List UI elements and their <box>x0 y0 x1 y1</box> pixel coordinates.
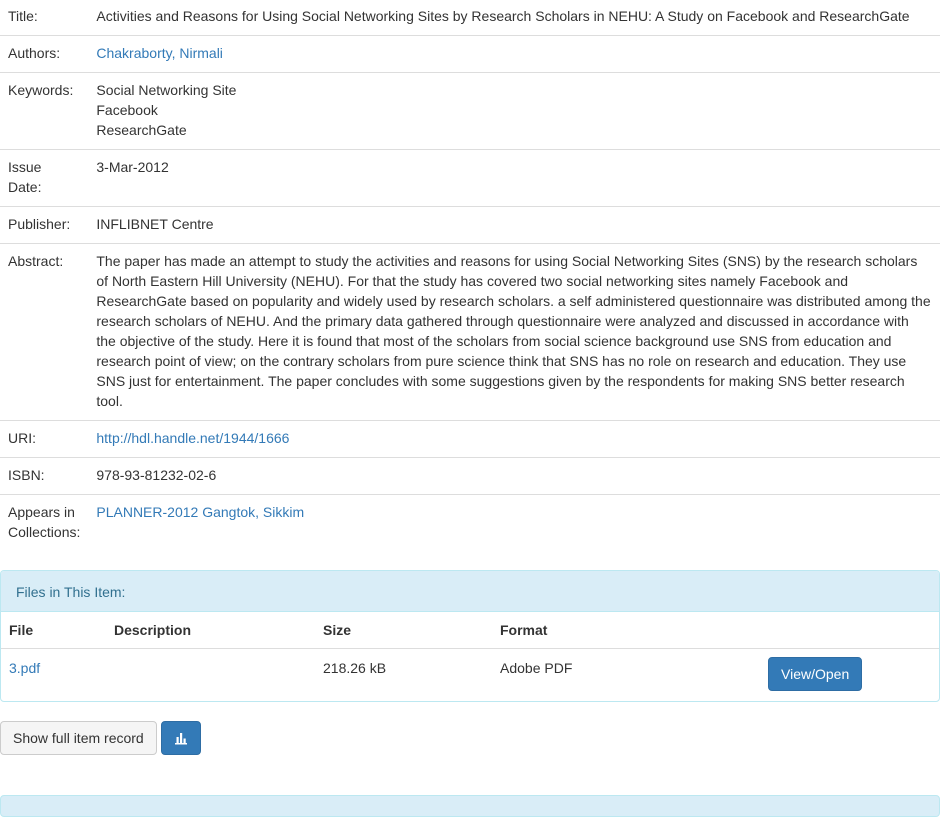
file-link[interactable]: 3.pdf <box>9 660 40 676</box>
abstract-value: The paper has made an attempt to study t… <box>88 243 940 421</box>
metadata-row-publisher: Publisher: INFLIBNET Centre <box>0 206 940 244</box>
item-metadata-table: Title: Activities and Reasons for Using … <box>0 0 940 551</box>
keyword: ResearchGate <box>96 122 187 138</box>
file-description <box>106 649 315 701</box>
view-open-button[interactable]: View/Open <box>768 657 863 691</box>
title-label: Title: <box>8 8 38 24</box>
item-actions: Show full item record <box>0 721 201 755</box>
statistics-button[interactable] <box>160 721 201 755</box>
files-panel-heading: Files in This Item: <box>1 571 939 612</box>
show-full-record-button[interactable]: Show full item record <box>0 721 157 755</box>
title-value: Activities and Reasons for Using Social … <box>96 8 910 24</box>
metadata-row-abstract: Abstract: The paper has made an attempt … <box>0 243 940 421</box>
issue-date-label: Issue Date: <box>0 149 89 207</box>
action-column-header <box>760 612 939 649</box>
keywords-label: Keywords: <box>0 72 89 150</box>
file-size: 218.26 kB <box>323 660 387 676</box>
authors-label: Authors: <box>0 35 89 73</box>
isbn-label: ISBN: <box>0 457 89 495</box>
file-format: Adobe PDF <box>500 660 573 676</box>
files-panel: Files in This Item: File Description Siz… <box>0 570 940 702</box>
file-column-header: File <box>1 612 106 649</box>
isbn-value: 978-93-81232-02-6 <box>88 457 940 495</box>
bar-chart-icon <box>174 733 187 745</box>
uri-label: URI: <box>0 420 89 458</box>
table-row: 3.pdf 218.26 kB Adobe PDF View/Open <box>1 649 939 701</box>
collection-link[interactable]: PLANNER-2012 Gangtok, Sikkim <box>96 504 304 520</box>
keyword: Facebook <box>96 102 158 118</box>
collections-label: Appears in Collections: <box>0 494 89 551</box>
publisher-value: INFLIBNET Centre <box>88 206 940 244</box>
format-column-header: Format <box>492 612 760 649</box>
files-table-header: File Description Size Format <box>1 612 939 649</box>
metadata-row-uri: URI: http://hdl.handle.net/1944/1666 <box>0 420 940 458</box>
issue-date-value: 3-Mar-2012 <box>88 149 940 207</box>
metadata-row-keywords: Keywords: Social Networking Site Faceboo… <box>0 72 940 150</box>
description-column-header: Description <box>106 612 315 649</box>
uri-link[interactable]: http://hdl.handle.net/1944/1666 <box>96 430 289 446</box>
metadata-row-issue-date: Issue Date: 3-Mar-2012 <box>0 149 940 207</box>
size-column-header: Size <box>315 612 492 649</box>
keyword: Social Networking Site <box>96 82 237 98</box>
abstract-label: Abstract: <box>0 243 89 421</box>
files-table: File Description Size Format 3.pdf 218.2… <box>1 612 939 700</box>
metadata-row-authors: Authors: Chakraborty, Nirmali <box>0 35 940 73</box>
next-panel-edge <box>0 795 940 817</box>
publisher-label: Publisher: <box>0 206 89 244</box>
metadata-row-title: Title: Activities and Reasons for Using … <box>0 0 940 36</box>
metadata-row-isbn: ISBN: 978-93-81232-02-6 <box>0 457 940 495</box>
metadata-row-collections: Appears in Collections: PLANNER-2012 Gan… <box>0 494 940 551</box>
author-link[interactable]: Chakraborty, Nirmali <box>96 45 223 61</box>
